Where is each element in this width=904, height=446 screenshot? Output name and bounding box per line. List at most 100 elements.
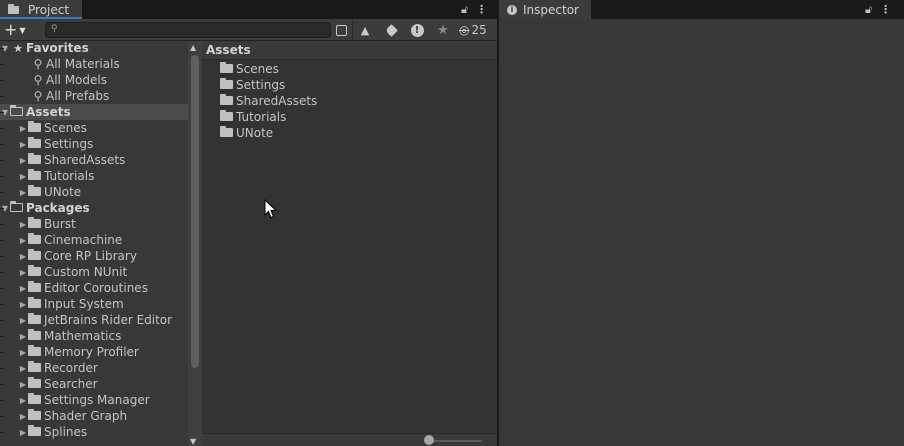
- star-icon: ★: [437, 22, 449, 38]
- tree-package-label: Mathematics: [44, 329, 122, 343]
- tree-package-item[interactable]: ▶ Memory Profiler: [0, 344, 188, 360]
- create-button[interactable]: + ▼: [4, 21, 36, 38]
- tree-package-label: Editor Coroutines: [44, 281, 148, 295]
- search-field[interactable]: ⚲: [45, 22, 331, 38]
- chevron-right-icon[interactable]: ▶: [18, 396, 28, 405]
- folder-icon: [28, 136, 44, 151]
- chevron-right-icon[interactable]: ▶: [18, 284, 28, 293]
- hidden-packages-toggle[interactable]: ◎ 25: [459, 21, 487, 39]
- asset-list-item[interactable]: SharedAssets: [220, 93, 317, 109]
- tree-package-item[interactable]: ▶ Input System: [0, 296, 188, 312]
- tree-folder-label: SharedAssets: [44, 153, 126, 167]
- icon-size-slider-knob[interactable]: [424, 435, 434, 445]
- asset-list-pane[interactable]: Assets Scenes Settings SharedAssets Tutoria…: [202, 41, 497, 446]
- scroll-up-icon[interactable]: ▲: [190, 43, 196, 52]
- tree-folder-item[interactable]: ▶ Settings: [0, 136, 188, 152]
- project-tabbar: Project 🔓︎ ⋮: [0, 0, 497, 19]
- tree-package-item[interactable]: ▶ Cinemachine: [0, 232, 188, 248]
- tree-package-item[interactable]: ▶ Splines: [0, 424, 188, 440]
- lock-icon[interactable]: 🔓︎: [461, 3, 468, 17]
- chevron-right-icon[interactable]: ▶: [18, 316, 28, 325]
- tree-package-item[interactable]: ▶ Custom NUnit: [0, 264, 188, 280]
- folder-icon: [28, 328, 44, 343]
- chevron-right-icon[interactable]: ▶: [18, 332, 28, 341]
- filter-by-label-button[interactable]: [381, 21, 401, 39]
- folder-icon: [28, 232, 44, 247]
- folder-open-icon: [10, 104, 26, 119]
- tree-package-item[interactable]: ▶ Core RP Library: [0, 248, 188, 264]
- breadcrumb-assets[interactable]: Assets: [206, 43, 251, 57]
- chevron-right-icon[interactable]: ▶: [18, 428, 28, 437]
- more-options-icon[interactable]: ⋮: [476, 3, 487, 16]
- tree-package-item[interactable]: ▶ Burst: [0, 216, 188, 232]
- folder-icon: [220, 126, 236, 140]
- assets-breadcrumb[interactable]: Assets: [202, 41, 497, 60]
- tree-favorite-item[interactable]: ⚲ All Models: [0, 72, 188, 88]
- asset-list-item[interactable]: Settings: [220, 77, 285, 93]
- inspector-lock-icon[interactable]: 🔓︎: [865, 3, 872, 17]
- chevron-right-icon[interactable]: ▶: [18, 412, 28, 421]
- inspector-tabbar: i Inspector 🔓︎ ⋮: [499, 0, 904, 19]
- asset-list-item[interactable]: Scenes: [220, 61, 279, 77]
- chevron-right-icon[interactable]: ▶: [18, 268, 28, 277]
- tree-folder-item[interactable]: ▶ UNote: [0, 184, 188, 200]
- folder-icon: [28, 360, 44, 375]
- inspector-more-options-icon[interactable]: ⋮: [880, 3, 891, 16]
- folder-icon: [28, 152, 44, 167]
- chevron-right-icon[interactable]: ▶: [18, 220, 28, 229]
- chevron-right-icon[interactable]: ▶: [18, 124, 28, 133]
- chevron-right-icon[interactable]: ▶: [18, 172, 28, 181]
- tree-package-item[interactable]: ▶ Mathematics: [0, 328, 188, 344]
- tree-package-item[interactable]: ▶ Searcher: [0, 376, 188, 392]
- tree-folder-label: Tutorials: [44, 169, 95, 183]
- tree-package-item[interactable]: ▶ Recorder: [0, 360, 188, 376]
- tree-folder-label: Scenes: [44, 121, 87, 135]
- folder-icon: [28, 344, 44, 359]
- tree-scrollbar[interactable]: ▲ ▼: [188, 41, 202, 446]
- project-toolbar: + ▼ ⚲ ▲ ! ★ ◎ 25: [0, 19, 497, 41]
- tree-package-item[interactable]: ▶ JetBrains Rider Editor: [0, 312, 188, 328]
- chevron-right-icon[interactable]: ▶: [18, 348, 28, 357]
- tree-package-item[interactable]: ▶ Editor Coroutines: [0, 280, 188, 296]
- tab-project[interactable]: Project: [0, 0, 82, 19]
- icon-size-slider[interactable]: [428, 440, 482, 442]
- scrollbar-thumb[interactable]: [191, 55, 199, 368]
- eye-slash-icon: ◎: [459, 23, 470, 37]
- chevron-right-icon[interactable]: ▶: [18, 156, 28, 165]
- favorites-button[interactable]: ★: [433, 21, 453, 39]
- tree-ticks: [0, 41, 4, 446]
- chevron-down-icon: ▼: [19, 26, 26, 35]
- search-icon: ⚲: [33, 57, 43, 71]
- tree-folder-item[interactable]: ▶ Tutorials: [0, 168, 188, 184]
- tree-favorite-item[interactable]: ⚲ All Prefabs: [0, 88, 188, 104]
- asset-list-item[interactable]: Tutorials: [220, 109, 286, 125]
- search-input[interactable]: [64, 23, 324, 37]
- tree-folder-item[interactable]: ▶ SharedAssets: [0, 152, 188, 168]
- chevron-right-icon[interactable]: ▶: [18, 252, 28, 261]
- folder-tree[interactable]: ▼ ★ Favorites ⚲ All Materials ⚲ All Models ⚲ All…: [0, 41, 188, 446]
- tree-favorite-item[interactable]: ⚲ All Materials: [0, 56, 188, 72]
- asset-list-item[interactable]: UNote: [220, 125, 273, 141]
- search-icon: ⚲: [33, 89, 43, 103]
- search-by-type-button[interactable]: [331, 21, 351, 39]
- chevron-right-icon[interactable]: ▶: [18, 300, 28, 309]
- tree-package-label: Shader Graph: [44, 409, 128, 423]
- tree-folder-item[interactable]: ▶ Scenes: [0, 120, 188, 136]
- tree-section-packages[interactable]: ▼ Packages: [0, 200, 188, 216]
- filter-by-log-button[interactable]: !: [407, 21, 427, 39]
- chevron-right-icon[interactable]: ▶: [18, 188, 28, 197]
- tree-section-assets[interactable]: ▼ Assets: [0, 104, 188, 120]
- tree-package-item[interactable]: ▶ Shader Graph: [0, 408, 188, 424]
- star-icon: ★: [13, 41, 23, 55]
- tab-inspector[interactable]: i Inspector: [499, 0, 591, 19]
- chevron-right-icon[interactable]: ▶: [18, 236, 28, 245]
- tree-package-item[interactable]: ▶ Settings Manager: [0, 392, 188, 408]
- asset-item-label: Settings: [236, 78, 286, 92]
- chevron-right-icon[interactable]: ▶: [18, 380, 28, 389]
- chevron-right-icon[interactable]: ▶: [18, 140, 28, 149]
- filter-by-type-button[interactable]: ▲: [355, 21, 375, 39]
- scroll-down-icon[interactable]: ▼: [190, 437, 196, 446]
- tree-package-label: JetBrains Rider Editor: [44, 313, 173, 327]
- tree-section-favorites[interactable]: ▼ ★ Favorites: [0, 41, 188, 56]
- chevron-right-icon[interactable]: ▶: [18, 364, 28, 373]
